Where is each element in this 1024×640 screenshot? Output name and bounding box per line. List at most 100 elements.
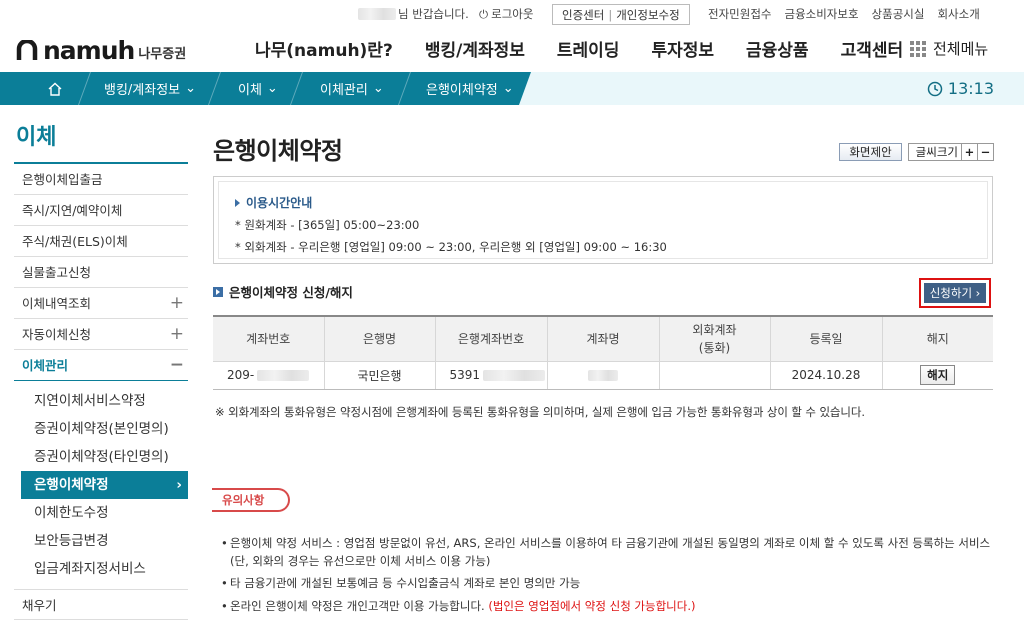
logo[interactable]: namuh 나무증권: [16, 38, 186, 63]
sidebar-item-transfer-mgmt[interactable]: 이체관리 −: [14, 350, 188, 381]
all-menu-button[interactable]: 전체메뉴: [910, 38, 988, 59]
power-icon: ⏻: [479, 6, 489, 21]
info-line: * 원화계좌 - [365일] 05:00~23:00: [235, 218, 420, 232]
chevron-right-icon: ›: [176, 477, 182, 493]
sidebar-sub-deposit-account[interactable]: 입금계좌지정서비스: [21, 555, 188, 583]
sidebar-item-label: 이체관리: [22, 358, 69, 373]
cert-center-link[interactable]: 인증센터: [562, 7, 604, 23]
logo-text-ko: 나무증권: [138, 46, 187, 62]
logo-text-en: namuh: [43, 36, 135, 65]
agreement-table: 계좌번호 은행명 은행계좌번호 계좌명 외화계좌 (통화) 등록일 해지 209…: [213, 315, 993, 390]
cell-bank-name: 국민은행: [323, 360, 436, 390]
font-plus-button[interactable]: +: [961, 144, 977, 160]
logout-link[interactable]: ⏻ 로그아웃: [479, 6, 533, 22]
main-header: namuh 나무증권 나무(namuh)란? 뱅킹/계좌정보 트레이딩 투자정보…: [0, 30, 1024, 70]
divider: [397, 72, 412, 105]
gnb-item-banking[interactable]: 뱅킹/계좌정보: [425, 36, 525, 61]
table-header-row: 계좌번호 은행명 은행계좌번호 계좌명 외화계좌 (통화) 등록일 해지: [213, 315, 993, 362]
bank-account-prefix: 5391: [449, 368, 481, 382]
sidebar-sub-label: 은행이체약정: [34, 477, 109, 493]
clock-icon: [927, 81, 943, 96]
bullet-item: • 온라인 은행이체 약정은 개인고객만 이용 가능합니다. (법인은 영업점에…: [221, 597, 997, 615]
font-size-control: 글씨크기 + −: [907, 143, 994, 161]
sidebar-sub-securities-other[interactable]: 증권이체약정(타인명의): [21, 443, 188, 471]
sidebar-item-instant-transfer[interactable]: 즉시/지연/예약이체: [14, 195, 188, 226]
sidebar-title: 이체: [14, 110, 188, 164]
section-title: 은행이체약정 신청/해지: [229, 285, 353, 300]
crumb-banking[interactable]: 뱅킹/계좌정보 ⌄: [104, 72, 196, 105]
minus-icon: −: [169, 355, 184, 375]
chevron-down-icon: ⌄: [266, 81, 278, 96]
gnb-item-support[interactable]: 고객센터: [841, 36, 904, 61]
chevron-down-icon: ⌄: [185, 81, 197, 96]
main-content: 은행이체약정 화면제안 글씨크기 + − 이용시간안내 * 원화계좌 - [36…: [212, 110, 998, 613]
divider: [77, 72, 92, 105]
bullet-text: 은행이체 약정 서비스 : 영업점 방문없이 유선, ARS, 온라인 서비스를…: [230, 536, 991, 568]
col-bank-name: 은행명: [323, 315, 436, 362]
gnb-item-products[interactable]: 금융상품: [746, 36, 809, 61]
suggest-button[interactable]: 화면제안: [839, 143, 902, 161]
cell-account-no: 209-: [213, 360, 325, 390]
section-bullet-icon: [213, 286, 223, 297]
bullet-dot: •: [221, 599, 228, 613]
section-heading: 은행이체약정 신청/해지: [213, 282, 993, 301]
crumb-transfer-mgmt[interactable]: 이체관리 ⌄: [320, 72, 384, 105]
crumb-label: 은행이체약정: [426, 83, 498, 98]
triangle-icon: [235, 199, 240, 207]
page-tools: 화면제안 글씨크기 + −: [839, 143, 994, 161]
table-row: 209- 국민은행 5391 2024.10.28 해지: [213, 360, 993, 390]
info-line: * 외화계좌 - 우리은행 [영업일] 09:00 ~ 23:00, 우리은행 …: [235, 240, 667, 254]
sidebar-item-label: 은행이체입출금: [22, 172, 103, 187]
clock: 13:13: [927, 72, 994, 105]
sidebar-item-label: 즉시/지연/예약이체: [22, 203, 123, 218]
breadcrumb: 뱅킹/계좌정보 ⌄ 이체 ⌄ 이체관리 ⌄ 은행이체약정 ⌄ 13:13: [0, 72, 1024, 105]
sidebar-item-fill[interactable]: 채우기: [14, 589, 188, 620]
sidebar-sub-delay-transfer[interactable]: 지연이체서비스약정: [21, 387, 188, 415]
util-link-consumer[interactable]: 금융소비자보호: [784, 6, 858, 22]
apply-button-highlight: 신청하기 ›: [919, 278, 991, 308]
divider: [289, 72, 304, 105]
caution-badge: 유의사항: [212, 488, 291, 512]
util-link-complaint[interactable]: 전자민원접수: [708, 6, 771, 22]
font-minus-button[interactable]: −: [977, 144, 993, 160]
sidebar-item-physical-withdrawal[interactable]: 실물출고신청: [14, 257, 188, 288]
bullet-dot: •: [221, 536, 228, 550]
privacy-link[interactable]: 개인정보수정: [616, 7, 679, 23]
sidebar-sub-securities-own[interactable]: 증권이체약정(본인명의): [21, 415, 188, 443]
masked-value: [257, 370, 310, 381]
bullet-text-wrap: 온라인 은행이체 약정은 개인고객만 이용 가능합니다. (법인은 영업점에서 …: [221, 597, 997, 615]
gnb-item-invest-info[interactable]: 투자정보: [651, 36, 714, 61]
sidebar-sub-security-level[interactable]: 보안등급변경: [21, 527, 188, 555]
home-button[interactable]: [38, 72, 72, 105]
sidebar-item-stock-transfer[interactable]: 주식/채권(ELS)이체: [14, 226, 188, 257]
util-link-disclosure[interactable]: 상품공시실: [872, 6, 925, 22]
cell-reg-date: 2024.10.28: [769, 360, 883, 390]
currency-note: ※ 외화계좌의 통화유형은 약정시점에 은행계좌에 등록된 통화유형을 의미하며…: [215, 405, 865, 419]
bullet-item: • 은행이체 약정 서비스 : 영업점 방문없이 유선, ARS, 온라인 서비…: [221, 534, 997, 570]
cancel-button[interactable]: 해지: [920, 365, 956, 385]
sidebar-sub-bank-agreement[interactable]: 은행이체약정 ›: [21, 471, 188, 499]
util-links: 전자민원접수 금융소비자보호 상품공시실 회사소개: [708, 6, 980, 22]
util-link-company[interactable]: 회사소개: [937, 6, 979, 22]
apply-button[interactable]: 신청하기 ›: [924, 283, 986, 303]
cell-cancel: 해지: [881, 360, 993, 390]
namuh-logo-icon: [16, 39, 38, 60]
sidebar-item-bank-transfer[interactable]: 은행이체입출금: [14, 164, 188, 195]
chevron-down-icon: ⌄: [502, 81, 514, 96]
crumb-bank-agreement[interactable]: 은행이체약정 ⌄: [426, 72, 514, 105]
crumb-label: 뱅킹/계좌정보: [104, 83, 181, 98]
sidebar-sub-limit-edit[interactable]: 이체한도수정: [21, 499, 188, 527]
gnb-item-about[interactable]: 나무(namuh)란?: [255, 36, 393, 61]
info-title: 이용시간안내: [246, 196, 313, 210]
crumb-transfer[interactable]: 이체 ⌄: [238, 72, 278, 105]
cell-currency: [658, 360, 771, 390]
bullet-text: 타 금융기관에 개설된 보통예금 등 수시입출금식 계좌로 본인 명의만 가능: [230, 576, 581, 590]
cell-account-name: [546, 360, 660, 390]
sidebar-item-auto-transfer[interactable]: 자동이체신청 +: [14, 319, 188, 350]
sidebar-item-label: 이체내역조회: [22, 296, 92, 311]
plus-icon: +: [169, 293, 184, 313]
sidebar-item-transfer-history[interactable]: 이체내역조회 +: [14, 288, 188, 319]
col-account-name: 계좌명: [546, 315, 660, 362]
all-menu-label: 전체메뉴: [933, 40, 989, 58]
gnb-item-trading[interactable]: 트레이딩: [557, 36, 620, 61]
